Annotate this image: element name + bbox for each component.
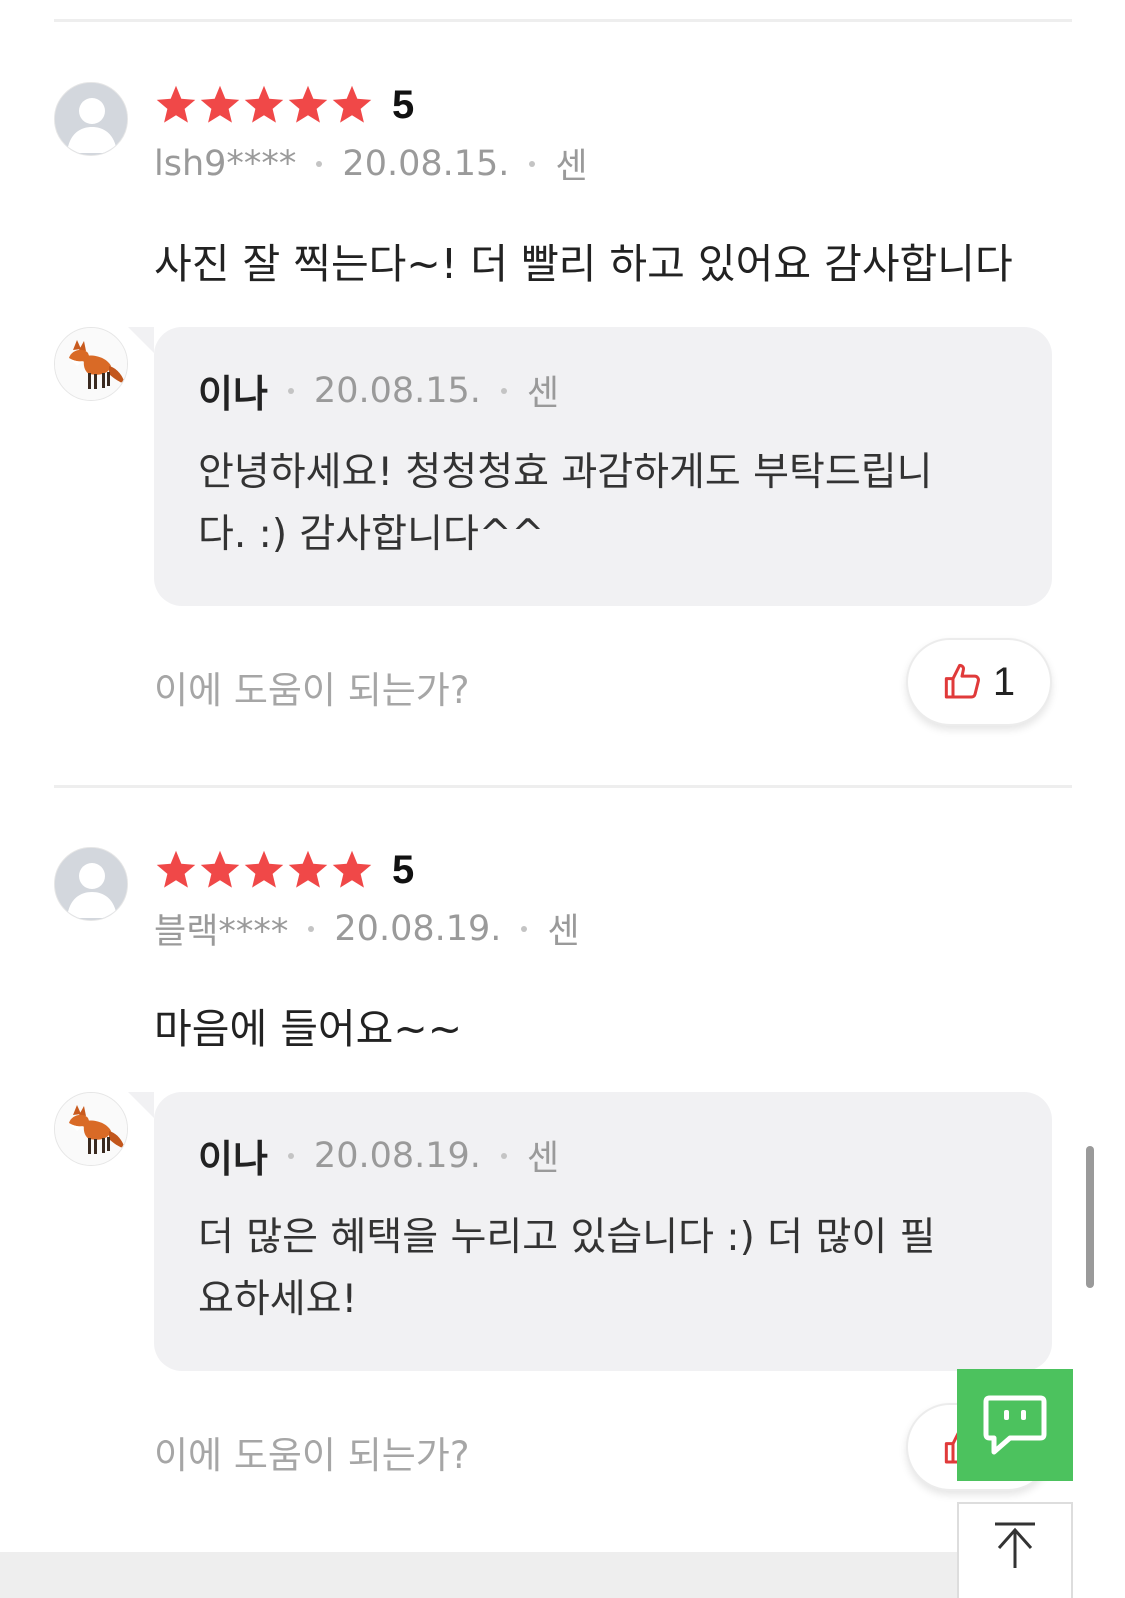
reply-meta: 이나 20.08.15. 센 (198, 363, 1008, 418)
review-date: 20.08.15. (342, 143, 510, 184)
like-count: 1 (992, 659, 1016, 704)
arrow-up-to-top-icon (995, 1522, 1035, 1568)
rating-score: 5 (392, 848, 415, 892)
helpful-prompt: 이에 도움이 되는가? (154, 1434, 470, 1477)
review-option: 센 (547, 912, 580, 952)
default-user-icon (54, 847, 128, 921)
star-icon (332, 850, 372, 888)
reply-text-line: 더 많은 혜택을 누리고 있습니다 :) 더 많이 필 (198, 1215, 936, 1260)
meta-separator (316, 160, 323, 167)
reply-meta: 이나 20.08.19. 센 (198, 1128, 1008, 1183)
star-icon (332, 85, 372, 123)
star-icon (200, 85, 240, 123)
meta-separator (529, 160, 536, 167)
review-text: 사진 잘 찍는다~! 더 빨리 하고 있어요 감사합니다 (154, 240, 1013, 288)
star-icon (156, 850, 196, 888)
review-divider (54, 785, 1072, 788)
star-icon (244, 850, 284, 888)
reply-author: 이나 (198, 1137, 268, 1181)
review-date: 20.08.19. (334, 908, 502, 949)
meta-separator (287, 387, 294, 394)
reply-option: 센 (526, 1139, 560, 1179)
star-icon (156, 85, 196, 123)
bottom-section-edge (0, 1552, 957, 1598)
reply-author: 이나 (198, 372, 268, 416)
reply-text-line: 안녕하세요! 청청청효 과감하게도 부탁드립니 (198, 450, 933, 495)
chat-bubble-icon (983, 1395, 1047, 1455)
star-icon (244, 85, 284, 123)
reviewer-id: 블랙**** (154, 912, 289, 952)
reply-text: 안녕하세요! 청청청효 과감하게도 부탁드립니 다. :) 감사합니다^^ (198, 442, 1008, 566)
reply-date: 20.08.15. (313, 370, 481, 411)
star-icon (200, 850, 240, 888)
default-user-icon (54, 82, 128, 156)
review-meta: 블랙**** 20.08.19. 센 (154, 903, 580, 954)
star-rating: 5 (154, 82, 414, 128)
fox-avatar-icon (54, 1092, 128, 1166)
reply-text: 더 많은 혜택을 누리고 있습니다 :) 더 많이 필 요하세요! (198, 1207, 1008, 1331)
rating-score: 5 (392, 83, 415, 127)
reply-date: 20.08.19. (313, 1135, 481, 1176)
reviewer-id: lsh9**** (154, 143, 297, 184)
review-option: 센 (555, 147, 588, 187)
meta-separator (308, 925, 315, 932)
seller-reply: 이나 20.08.19. 센 더 많은 혜택을 누리고 있습니다 :) 더 많이… (128, 1092, 1052, 1371)
meta-separator (500, 387, 507, 394)
meta-separator (500, 1152, 507, 1159)
meta-separator (521, 925, 528, 932)
thumbs-up-icon (944, 663, 980, 699)
reply-option: 센 (526, 374, 560, 414)
scroll-to-top-button[interactable] (957, 1502, 1073, 1598)
review-text: 마음에 들어요~~ (154, 1005, 463, 1053)
star-icon (288, 85, 328, 123)
fox-avatar-icon (54, 327, 128, 401)
like-button[interactable]: 1 (906, 638, 1052, 726)
helpful-prompt: 이에 도움이 되는가? (154, 669, 470, 712)
review-meta: lsh9**** 20.08.15. 센 (154, 138, 588, 189)
reply-text-line: 요하세요! (198, 1277, 358, 1322)
reply-text-line: 다. :) 감사합니다^^ (198, 512, 545, 557)
top-divider (54, 19, 1072, 22)
star-icon (288, 850, 328, 888)
meta-separator (287, 1152, 294, 1159)
scrollbar-thumb[interactable] (1086, 1146, 1094, 1288)
chat-button[interactable] (957, 1369, 1073, 1481)
seller-reply: 이나 20.08.15. 센 안녕하세요! 청청청효 과감하게도 부탁드립니 다… (128, 327, 1052, 606)
star-rating: 5 (154, 847, 414, 893)
